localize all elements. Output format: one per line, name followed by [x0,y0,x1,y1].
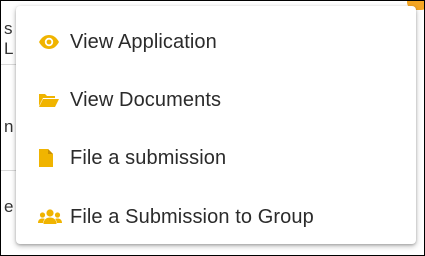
folder-open-icon [38,89,64,111]
file-icon [38,147,64,169]
actions-dropdown-menu: View Application View Documents File a s… [16,6,416,244]
menu-item-file-submission[interactable]: File a submission [16,136,416,180]
users-icon [38,206,64,228]
menu-item-label: File a submission [70,146,227,169]
screen: s L n e View Application View Documents … [0,0,425,256]
menu-item-label: View Application [70,30,217,53]
menu-item-label: File a Submission to Group [70,205,314,228]
menu-item-view-documents[interactable]: View Documents [16,78,416,122]
menu-item-file-submission-group[interactable]: File a Submission to Group [16,195,416,239]
menu-item-view-application[interactable]: View Application [16,20,416,64]
eye-icon [38,31,64,53]
menu-item-label: View Documents [70,88,222,111]
